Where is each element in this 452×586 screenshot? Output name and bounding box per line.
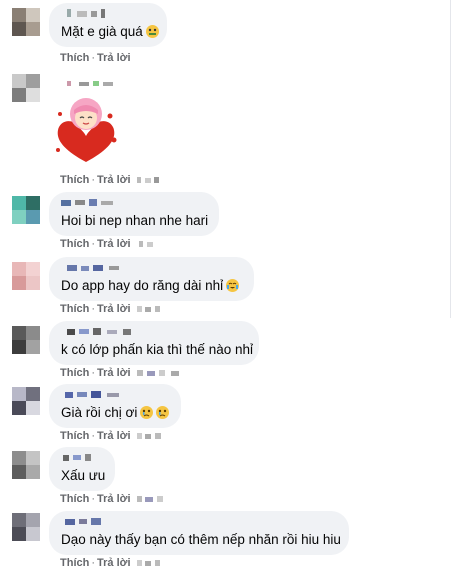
comment-text: Dạo này thấy bạn có thêm nếp nhăn rồi hi… — [61, 532, 341, 547]
crying-laughing-emoji-icon — [226, 279, 240, 292]
reply-button[interactable]: Trả lời — [97, 303, 131, 315]
avatar-blurred[interactable] — [12, 196, 40, 224]
timestamp-pixelated — [136, 496, 163, 502]
comment-actions: Thích · Trả lời — [60, 430, 175, 442]
avatar-blurred[interactable] — [12, 326, 40, 354]
comment-text: Già rồi chị ơi — [61, 404, 170, 422]
comment-actions: Thích · Trả lời — [60, 174, 161, 186]
comment-actions: Thích · Trả lời — [60, 52, 131, 64]
thread-divider-line — [450, 0, 451, 318]
timestamp-pixelated — [136, 177, 159, 183]
author-name-pixelated[interactable] — [61, 451, 103, 467]
author-name-pixelated[interactable] — [65, 76, 115, 94]
comment-text: Mặt e già quá — [61, 23, 159, 41]
comment-bubble: Mặt e già quá — [49, 3, 167, 47]
timestamp-pixelated — [136, 560, 160, 566]
dizzy-face-emoji-icon — [145, 25, 159, 38]
timestamp-pixelated — [136, 370, 179, 376]
avatar-blurred[interactable] — [12, 451, 40, 479]
reply-button[interactable]: Trả lời — [97, 238, 131, 250]
reply-button[interactable]: Trả lời — [97, 493, 131, 505]
timestamp-pixelated — [136, 306, 160, 312]
comment-bubble: k có lớp phấn kia thì thế nào nhỉ — [49, 321, 259, 365]
avatar-blurred[interactable] — [12, 387, 40, 415]
author-name-pixelated[interactable] — [61, 7, 155, 23]
avatar-blurred[interactable] — [12, 513, 40, 541]
avatar-blurred[interactable] — [12, 8, 40, 36]
timestamp-pixelated — [138, 241, 153, 247]
comment-bubble: Hoi bi nep nhan nhe hari — [49, 192, 219, 236]
like-button[interactable]: Thích — [60, 303, 89, 315]
comment-bubble: Già rồi chị ơi — [49, 384, 181, 428]
reply-button[interactable]: Trả lời — [97, 557, 131, 569]
reply-button[interactable]: Trả lời — [97, 52, 131, 64]
like-button[interactable]: Thích — [60, 238, 89, 250]
like-button[interactable]: Thích — [60, 430, 89, 442]
comment-text: Do app hay do răng dài nhỉ — [61, 277, 242, 295]
timestamp-pixelated — [136, 433, 161, 439]
like-button[interactable]: Thích — [60, 493, 89, 505]
comment-actions: Thích · Trả lời — [60, 238, 161, 250]
comment-text: k có lớp phấn kia thì thế nào nhỉ — [61, 342, 253, 357]
avatar-blurred[interactable] — [12, 262, 40, 290]
comment-actions: Thích · Trả lời — [60, 367, 195, 379]
author-name-pixelated[interactable] — [61, 388, 169, 404]
like-button[interactable]: Thích — [60, 52, 89, 64]
like-button[interactable]: Thích — [60, 557, 89, 569]
like-button[interactable]: Thích — [60, 367, 89, 379]
comment-text: Xấu ưu — [61, 468, 106, 483]
author-name-pixelated[interactable] — [61, 196, 207, 212]
crying-face-emoji-icon — [156, 406, 170, 419]
comment-actions: Thích · Trả lời — [60, 557, 165, 569]
author-name-pixelated[interactable] — [61, 515, 337, 531]
like-button[interactable]: Thích — [60, 174, 89, 186]
comment-bubble: Xấu ưu — [49, 447, 115, 491]
author-name-pixelated[interactable] — [61, 325, 247, 341]
comment-actions: Thích · Trả lời — [60, 303, 169, 315]
comment-bubble: Do app hay do răng dài nhỉ — [49, 257, 254, 301]
comment-actions: Thích · Trả lời — [60, 493, 179, 505]
pink-hair-girl-heart-sticker-icon[interactable] — [50, 96, 122, 168]
reply-button[interactable]: Trả lời — [97, 430, 131, 442]
crying-face-emoji-icon — [140, 406, 154, 419]
author-name-pixelated[interactable] — [61, 261, 242, 277]
reply-button[interactable]: Trả lời — [97, 174, 131, 186]
comment-text: Hoi bi nep nhan nhe hari — [61, 213, 209, 228]
comment-bubble: Dạo này thấy bạn có thêm nếp nhăn rồi hi… — [49, 511, 349, 555]
reply-button[interactable]: Trả lời — [97, 367, 131, 379]
avatar-blurred[interactable] — [12, 74, 40, 102]
